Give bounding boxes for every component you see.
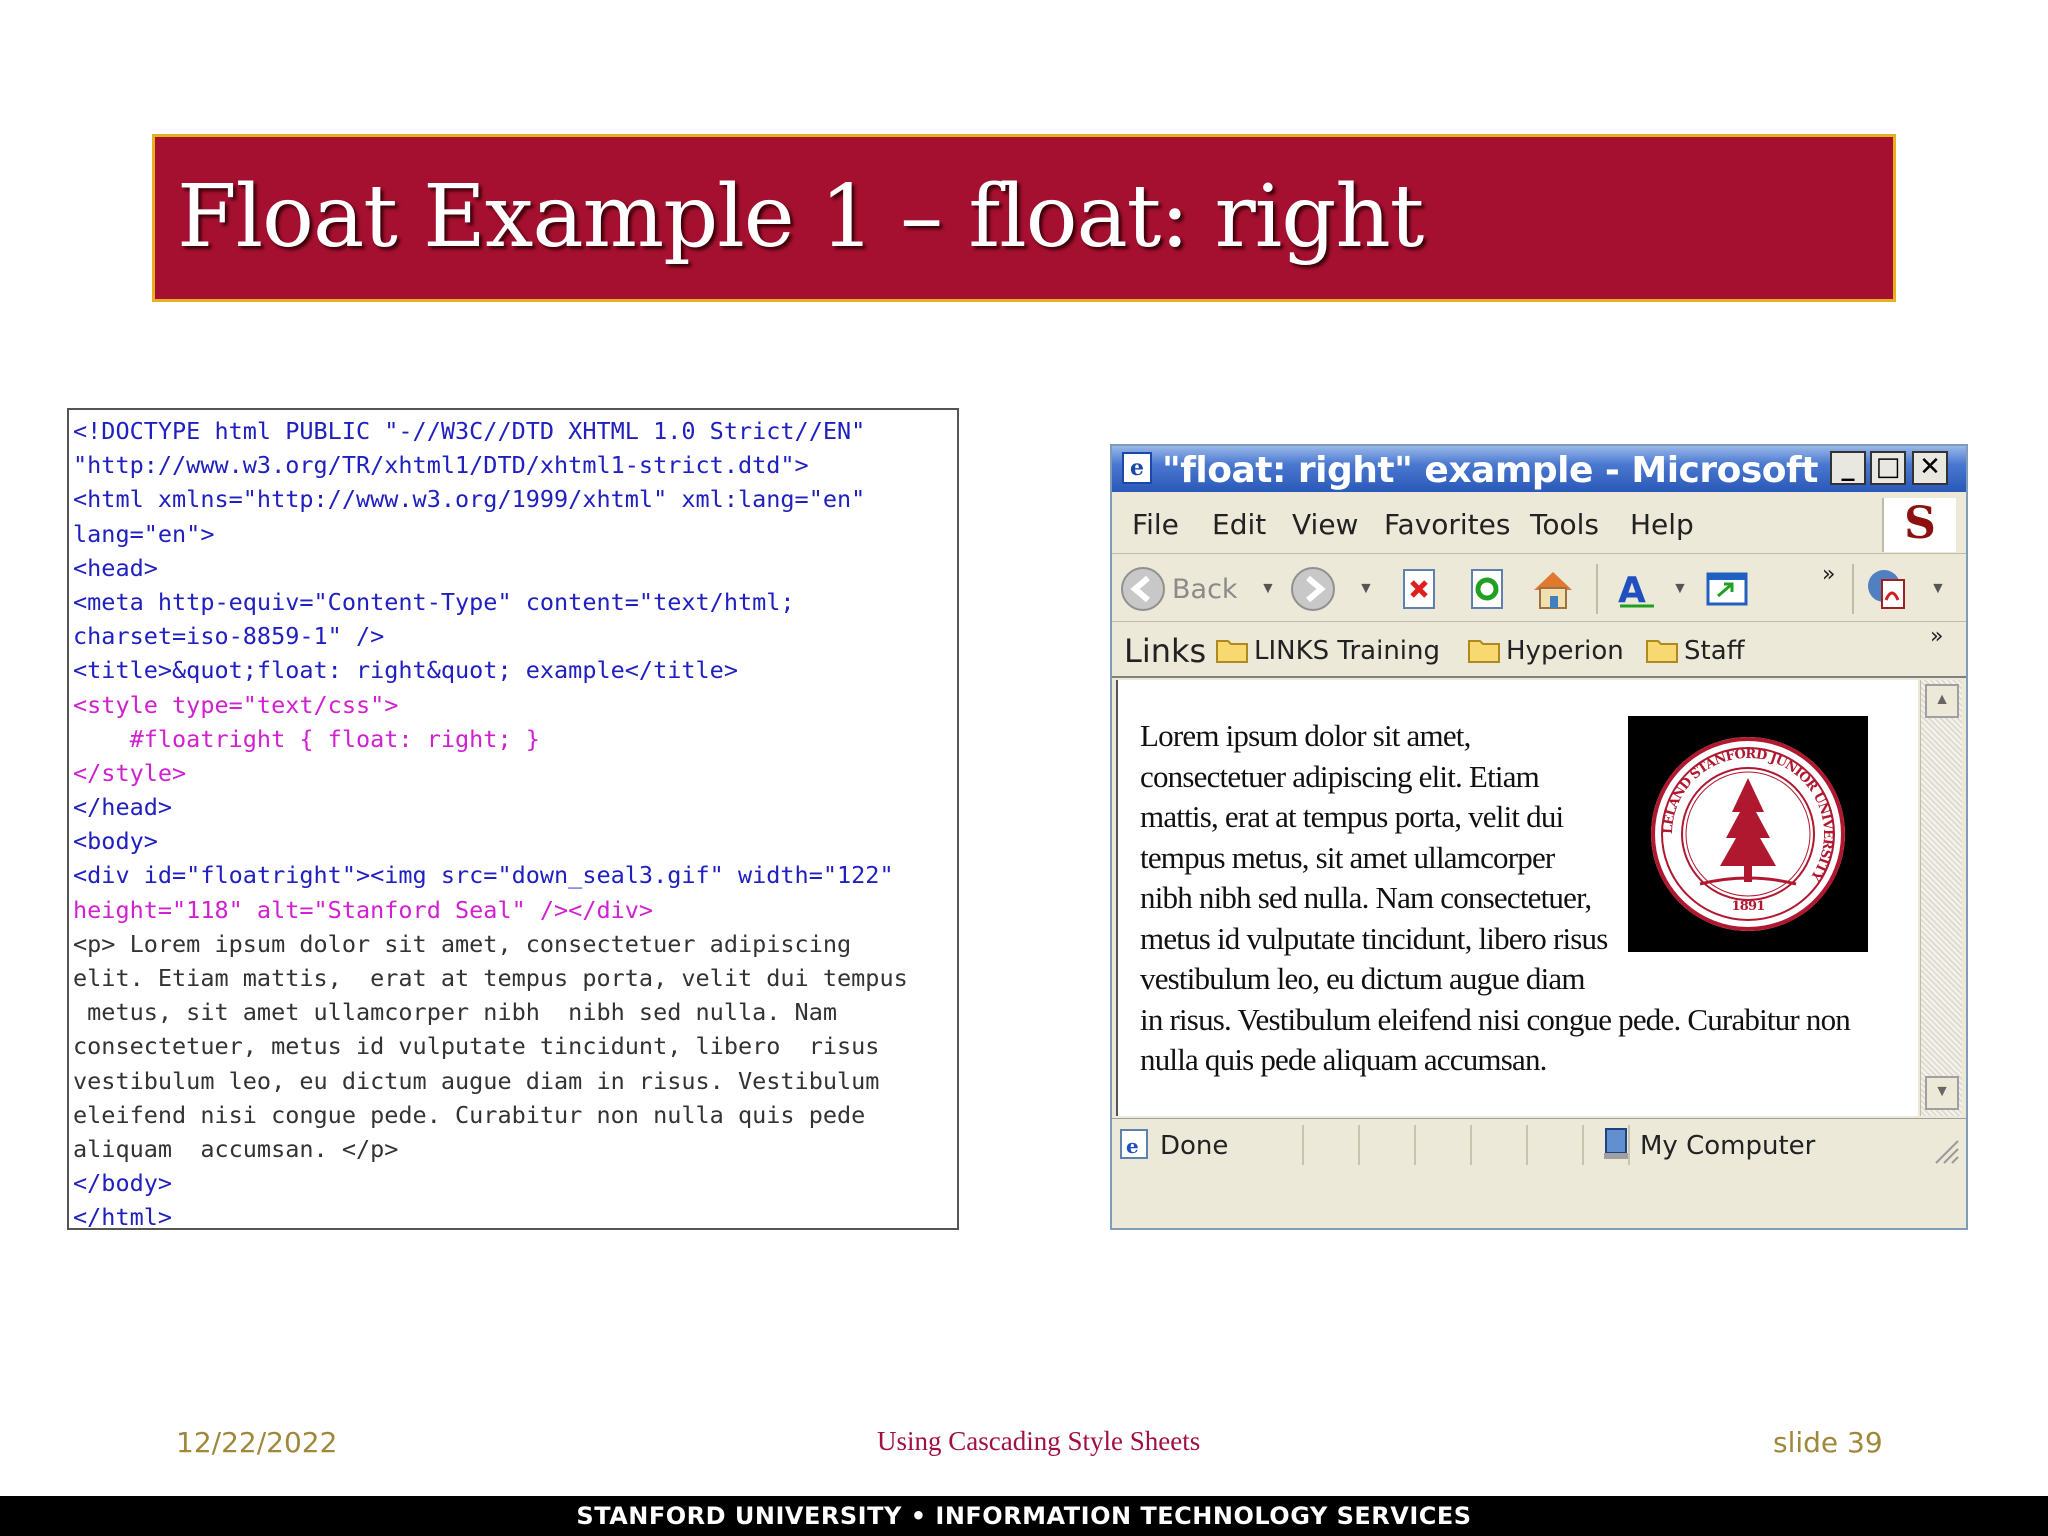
status-cell bbox=[1358, 1125, 1360, 1165]
status-cell bbox=[1582, 1125, 1584, 1165]
code-line: height="118" alt="Stanford Seal" /></div… bbox=[73, 895, 654, 924]
vertical-scrollbar[interactable]: ▲ ▼ bbox=[1920, 680, 1962, 1116]
svg-text:e: e bbox=[1126, 1134, 1139, 1158]
footer-title: Using Cascading Style Sheets bbox=[877, 1426, 1201, 1456]
code-line: <style type="text/css"> bbox=[73, 690, 399, 719]
status-bar: e Done My Computer bbox=[1112, 1118, 1966, 1170]
home-icon[interactable] bbox=[1530, 566, 1576, 612]
page-content: LELAND STANFORD JUNIOR UNIVERSITY 1891 L… bbox=[1140, 716, 1868, 1081]
close-button[interactable]: ✕ bbox=[1912, 451, 1948, 485]
code-line: lang="en"> bbox=[73, 519, 215, 548]
code-line: charset=iso-8859-1" /> bbox=[73, 622, 385, 651]
menu-favorites[interactable]: Favorites bbox=[1384, 508, 1510, 541]
menu-bar: File Edit View Favorites Tools Help S bbox=[1112, 492, 1966, 554]
forward-icon[interactable] bbox=[1290, 566, 1336, 612]
status-cell bbox=[1414, 1125, 1416, 1165]
stop-icon[interactable] bbox=[1396, 566, 1442, 612]
page-done-icon: e bbox=[1120, 1129, 1148, 1159]
toolbar-more[interactable]: » bbox=[1822, 562, 1835, 587]
folder-icon bbox=[1646, 640, 1678, 663]
code-line: vestibulum leo, eu dictum augue diam in … bbox=[73, 1066, 880, 1095]
resize-grip-icon[interactable] bbox=[1930, 1135, 1960, 1165]
code-line: <html xmlns="http://www.w3.org/1999/xhtm… bbox=[73, 485, 866, 514]
link-label: Staff bbox=[1684, 636, 1745, 666]
pdf-icon[interactable] bbox=[1864, 566, 1910, 612]
status-text: Done bbox=[1160, 1131, 1229, 1161]
back-icon[interactable] bbox=[1120, 566, 1166, 612]
code-line: <meta http-equiv="Content-Type" content=… bbox=[73, 587, 795, 616]
browser-window: e "float: right" example - Microsoft In.… bbox=[1110, 444, 1968, 1230]
new-window-icon[interactable] bbox=[1704, 566, 1750, 612]
page-viewport: LELAND STANFORD JUNIOR UNIVERSITY 1891 L… bbox=[1116, 680, 1918, 1116]
menu-tools[interactable]: Tools bbox=[1530, 508, 1599, 541]
code-line: </html> bbox=[73, 1203, 173, 1230]
code-line: eleifend nisi congue pede. Curabitur non… bbox=[73, 1100, 866, 1129]
menu-help[interactable]: Help bbox=[1630, 508, 1694, 541]
status-cell bbox=[1470, 1125, 1472, 1165]
slide-title: Float Example 1 – float: right bbox=[177, 167, 1424, 267]
pdf-dropdown-icon[interactable]: ▼ bbox=[1930, 580, 1946, 598]
seal-year: 1891 bbox=[1732, 899, 1765, 914]
scroll-down-icon[interactable]: ▼ bbox=[1925, 1076, 1959, 1110]
code-line: #floatright { float: right; } bbox=[73, 724, 540, 753]
code-line: elit. Etiam mattis, erat at tempus porta… bbox=[73, 964, 908, 992]
link-links-training[interactable]: LINKS Training bbox=[1216, 636, 1440, 666]
status-cell bbox=[1302, 1125, 1304, 1165]
code-line: <body> bbox=[73, 827, 158, 856]
back-label[interactable]: Back bbox=[1172, 574, 1238, 605]
slide-number: slide 39 bbox=[1773, 1426, 1883, 1459]
menu-edit[interactable]: Edit bbox=[1212, 508, 1266, 541]
code-line: metus, sit amet ullamcorper nibh nibh se… bbox=[73, 998, 838, 1027]
ie-icon: e bbox=[1122, 452, 1152, 484]
window-titlebar: e "float: right" example - Microsoft In.… bbox=[1112, 446, 1966, 492]
toolbar-separator bbox=[1596, 564, 1598, 614]
links-bar: Links LINKS Training Hyperion Staff » bbox=[1112, 622, 1966, 678]
stanford-s-logo: S bbox=[1882, 498, 1956, 552]
code-line: <div id="floatright"><img src="down_seal… bbox=[73, 861, 894, 890]
links-more[interactable]: » bbox=[1930, 624, 1943, 649]
code-line: <p> Lorem ipsum dolor sit amet, consecte… bbox=[73, 929, 852, 958]
refresh-icon[interactable] bbox=[1464, 566, 1510, 612]
font-size-dropdown-icon[interactable]: ▼ bbox=[1672, 580, 1688, 598]
maximize-button[interactable]: □ bbox=[1870, 451, 1906, 485]
toolbar: Back ▼ ▼ A ▼ » ▼ bbox=[1112, 554, 1966, 622]
font-size-icon[interactable]: A bbox=[1614, 566, 1660, 612]
code-line: aliquam accumsan. </p> bbox=[73, 1134, 399, 1163]
stanford-seal-image: LELAND STANFORD JUNIOR UNIVERSITY 1891 bbox=[1628, 716, 1868, 952]
code-line: consectetuer, metus id vulputate tincidu… bbox=[73, 1032, 880, 1061]
folder-icon bbox=[1216, 640, 1248, 663]
forward-dropdown-icon[interactable]: ▼ bbox=[1358, 580, 1374, 598]
minimize-button[interactable]: _ bbox=[1830, 451, 1866, 485]
code-line: </style> bbox=[73, 758, 187, 787]
footer-date: 12/22/2022 bbox=[176, 1426, 338, 1459]
code-line: </body> bbox=[73, 1169, 173, 1198]
menu-view[interactable]: View bbox=[1292, 508, 1358, 541]
code-line: <head> bbox=[73, 553, 158, 582]
code-line: "http://www.w3.org/TR/xhtml1/DTD/xhtml1-… bbox=[73, 451, 809, 480]
institution-band: STANFORD UNIVERSITY • INFORMATION TECHNO… bbox=[0, 1496, 2048, 1536]
slide-title-bar: Float Example 1 – float: right bbox=[152, 134, 1896, 302]
back-dropdown-icon[interactable]: ▼ bbox=[1260, 580, 1276, 598]
zone-label: My Computer bbox=[1640, 1131, 1816, 1161]
code-line: </head> bbox=[73, 793, 173, 822]
link-label: LINKS Training bbox=[1254, 636, 1441, 666]
status-cell bbox=[1526, 1125, 1528, 1165]
link-staff[interactable]: Staff bbox=[1646, 636, 1745, 666]
toolbar-separator-2 bbox=[1852, 564, 1854, 614]
folder-icon bbox=[1468, 640, 1500, 663]
link-hyperion[interactable]: Hyperion bbox=[1468, 636, 1624, 666]
scroll-up-icon[interactable]: ▲ bbox=[1925, 684, 1959, 718]
code-listing: <!DOCTYPE html PUBLIC "-//W3C//DTD XHTML… bbox=[67, 408, 959, 1230]
menu-file[interactable]: File bbox=[1132, 508, 1179, 541]
window-title: "float: right" example - Microsoft In... bbox=[1162, 450, 1908, 491]
computer-icon bbox=[1604, 1128, 1628, 1159]
links-label: Links bbox=[1124, 632, 1207, 670]
link-label: Hyperion bbox=[1506, 636, 1624, 666]
seal-icon: LELAND STANFORD JUNIOR UNIVERSITY 1891 bbox=[1651, 737, 1845, 931]
code-line: <!DOCTYPE html PUBLIC "-//W3C//DTD XHTML… bbox=[73, 417, 866, 445]
code-line: <title>&quot;float: right&quot; example<… bbox=[73, 656, 738, 685]
